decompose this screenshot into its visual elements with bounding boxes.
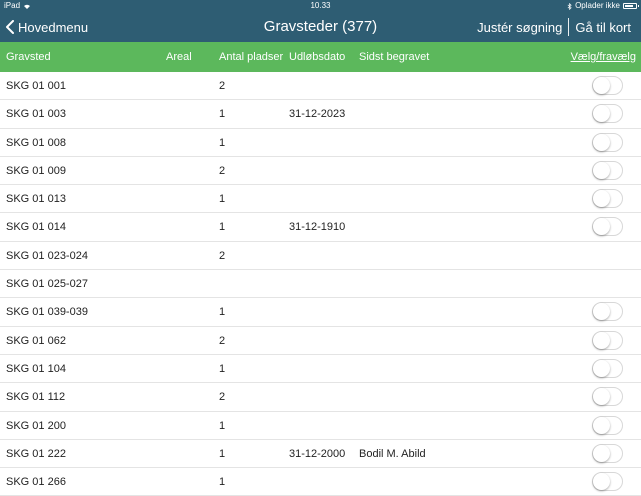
table-row[interactable]: SKG 01 023-024 2 [0, 242, 641, 271]
toggle-knob [593, 388, 610, 406]
table-row[interactable]: SKG 01 039-039 1 [0, 298, 641, 327]
row-name: SKG 01 023-024 [6, 249, 88, 262]
select-toggle[interactable] [592, 132, 623, 152]
row-name: SKG 01 222 [6, 447, 66, 460]
column-header-areal[interactable]: Areal [166, 42, 192, 72]
select-toggle[interactable] [592, 160, 623, 180]
toggle-knob [593, 133, 610, 151]
toggle-knob [593, 218, 610, 236]
row-expiry-date: 31-12-2000 [289, 447, 346, 460]
row-name: SKG 01 039-039 [6, 306, 88, 319]
row-places: 2 [219, 164, 226, 177]
row-places: 1 [219, 221, 226, 234]
select-toggle[interactable] [592, 76, 623, 95]
row-name: SKG 01 009 [6, 164, 66, 177]
select-toggle[interactable] [592, 415, 623, 435]
row-name: SKG 01 025-027 [6, 278, 88, 291]
row-name: SKG 01 014 [6, 221, 66, 234]
status-time: 10.33 [310, 1, 331, 10]
toggle-knob [593, 416, 610, 434]
row-name: SKG 01 062 [6, 334, 66, 347]
navigation-bar: Hovedmenu Gravsteder (377) Justér søgnin… [0, 12, 641, 42]
select-toggle[interactable] [592, 387, 623, 407]
back-label: Hovedmenu [18, 19, 89, 35]
toggle-knob [593, 77, 610, 94]
table-row[interactable]: SKG 01 200 1 [0, 412, 641, 440]
row-name: SKG 01 013 [6, 193, 66, 206]
column-header-antal[interactable]: Antal pladser [219, 42, 283, 72]
row-places: 1 [219, 136, 226, 149]
column-header-udlob[interactable]: Udløbsdato [289, 42, 345, 72]
toggle-knob [593, 190, 610, 208]
row-expiry-date: 31-12-1910 [289, 221, 346, 234]
table-row[interactable]: SKG 01 104 1 [0, 355, 641, 384]
toggle-knob [593, 105, 610, 123]
status-right: Oplader ikke [567, 0, 639, 12]
battery-icon [623, 3, 639, 9]
table-row[interactable]: SKG 01 062 2 [0, 327, 641, 355]
table-row[interactable]: SKG 01 112 2 [0, 383, 641, 412]
row-places: 1 [219, 193, 226, 206]
table-row[interactable]: SKG 01 266 1 [0, 468, 641, 496]
adjust-search-button[interactable]: Justér søgning [477, 20, 562, 35]
toggle-knob [593, 331, 610, 349]
row-name: SKG 01 008 [6, 136, 66, 149]
go-to-map-button[interactable]: Gå til kort [575, 20, 631, 35]
toggle-knob [593, 444, 610, 462]
row-last-buried: Bodil M. Abild [359, 447, 426, 460]
row-name: SKG 01 266 [6, 476, 66, 489]
select-toggle[interactable] [592, 189, 623, 209]
nav-actions: Justér søgning Gå til kort [477, 12, 631, 42]
row-places: 1 [219, 447, 226, 460]
row-places: 2 [219, 80, 226, 92]
row-places: 2 [219, 334, 226, 347]
select-toggle[interactable] [592, 302, 623, 322]
back-button[interactable]: Hovedmenu [6, 12, 88, 42]
row-name: SKG 01 200 [6, 419, 66, 432]
toggle-knob [593, 303, 610, 321]
row-places: 2 [219, 249, 226, 262]
row-places: 1 [219, 476, 226, 489]
table-row[interactable]: SKG 01 014 1 31-12-1910 [0, 213, 641, 242]
row-name: SKG 01 003 [6, 108, 66, 121]
nav-divider [568, 18, 570, 36]
chevron-left-icon [6, 20, 14, 34]
row-places: 1 [219, 362, 226, 375]
column-header-sidst[interactable]: Sidst begravet [359, 42, 429, 72]
column-header-gravsted[interactable]: Gravsted [6, 42, 51, 72]
bluetooth-icon [567, 2, 572, 10]
select-all-link[interactable]: Vælg/fravælg [571, 42, 636, 72]
toggle-knob [593, 161, 610, 179]
row-places: 1 [219, 306, 226, 319]
row-places: 1 [219, 108, 226, 121]
table-row[interactable]: SKG 01 025-027 [0, 270, 641, 299]
select-toggle[interactable] [592, 443, 623, 463]
select-toggle[interactable] [592, 330, 623, 350]
row-places: 2 [219, 391, 226, 404]
table-row[interactable]: SKG 01 008 1 [0, 129, 641, 157]
top-bar: iPad 10.33 Oplader ikke Hovedmenu Gravst… [0, 0, 641, 42]
row-name: SKG 01 001 [6, 80, 66, 92]
table-row[interactable]: SKG 01 003 1 31-12-2023 [0, 100, 641, 129]
table-row[interactable]: SKG 01 013 1 [0, 185, 641, 214]
toggle-knob [593, 359, 610, 377]
row-expiry-date: 31-12-2023 [289, 108, 346, 121]
status-bar: iPad 10.33 Oplader ikke [0, 0, 641, 12]
row-places: 1 [219, 419, 226, 432]
row-name: SKG 01 104 [6, 362, 66, 375]
table-header: Gravsted Areal Antal pladser Udløbsdato … [0, 42, 641, 72]
select-toggle[interactable] [592, 104, 623, 124]
select-toggle[interactable] [592, 358, 623, 378]
table-row[interactable]: SKG 01 222 1 31-12-2000 Bodil M. Abild [0, 440, 641, 469]
table-row[interactable]: SKG 01 001 2 [0, 72, 641, 101]
charging-status: Oplader ikke [575, 1, 620, 10]
row-name: SKG 01 112 [6, 391, 66, 404]
table-row[interactable]: SKG 01 009 2 [0, 157, 641, 186]
select-toggle[interactable] [592, 217, 623, 237]
grave-list: SKG 01 001 2 SKG 01 003 1 31-12-2023 SKG 01 0… [0, 72, 641, 496]
